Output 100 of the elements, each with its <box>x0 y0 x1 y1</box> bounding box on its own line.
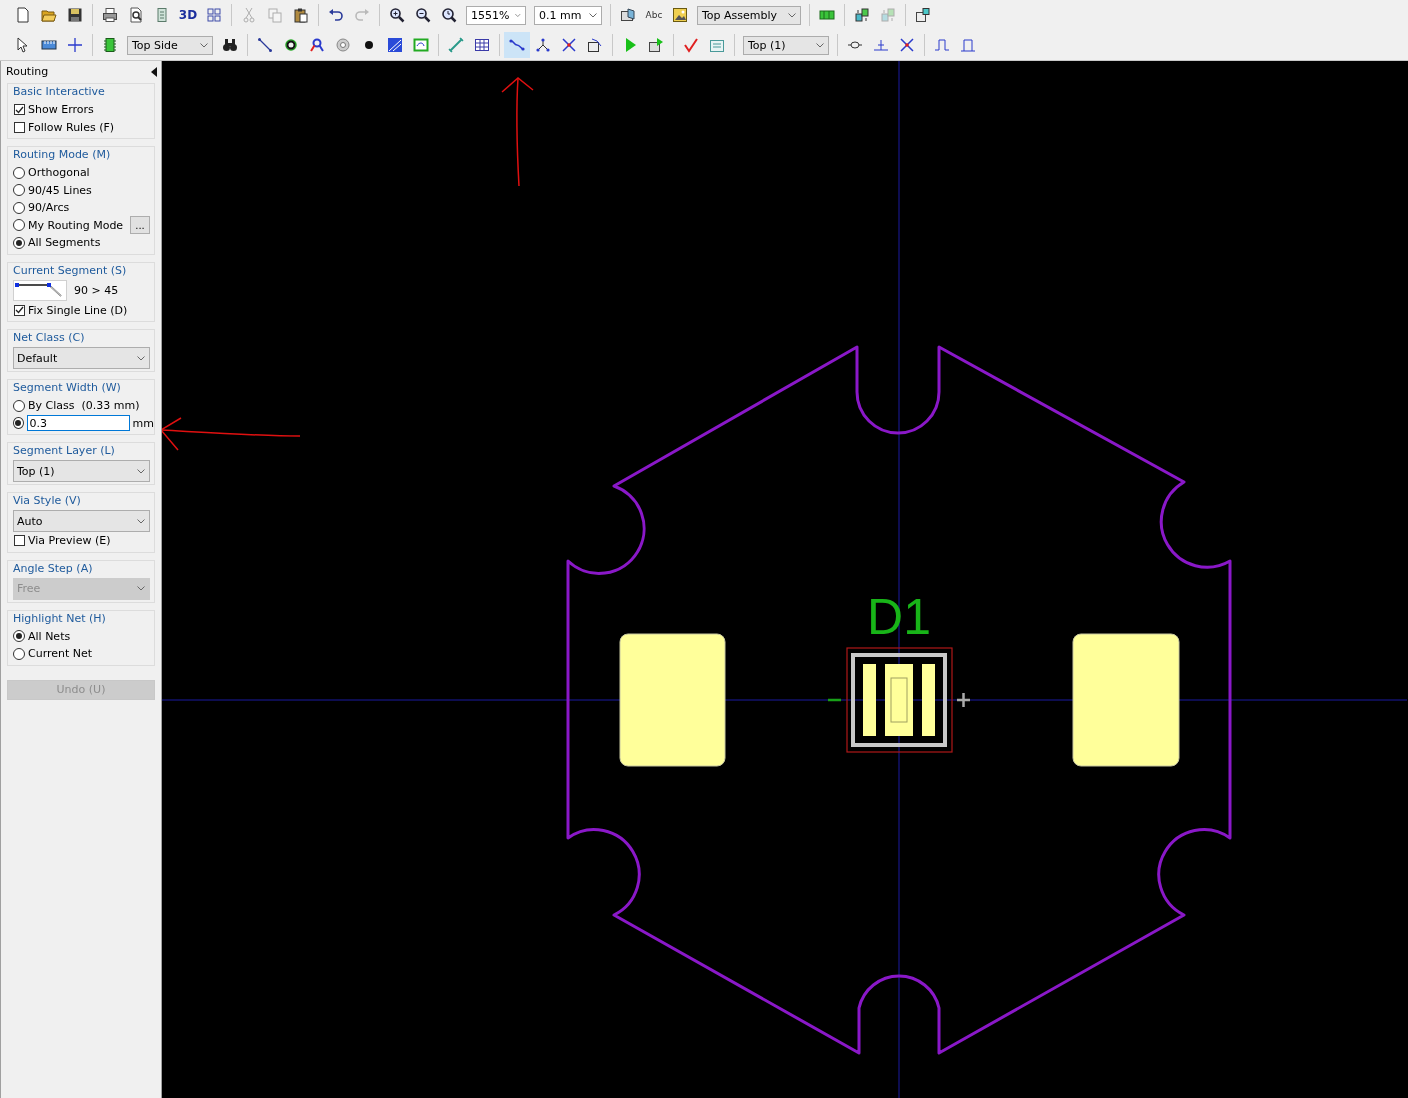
zoom-out-icon <box>415 7 431 23</box>
binoculars-icon <box>222 37 238 53</box>
segment-preview <box>13 280 67 301</box>
ring-icon <box>283 37 299 53</box>
section-title: Highlight Net (H) <box>13 610 107 627</box>
grid-icon <box>206 7 222 23</box>
minus-mark <box>828 698 841 702</box>
polygon-icon <box>387 37 403 53</box>
line-icon <box>257 37 273 53</box>
chevron-down-icon <box>816 42 824 48</box>
text-tool-button[interactable]: Abc <box>641 2 667 28</box>
ruler-icon <box>41 37 57 53</box>
dropdown[interactable]: Top (1) <box>13 460 150 482</box>
swap-icon <box>854 7 870 23</box>
move-icon <box>587 37 603 53</box>
section-title: Basic Interactive <box>13 84 106 100</box>
option-label: Orthogonal <box>28 166 90 180</box>
align-icon <box>873 37 889 53</box>
text-tool-button[interactable]: 3D <box>175 2 201 28</box>
undo-icon <box>328 7 344 23</box>
option-label: Via Preview (E) <box>28 534 111 548</box>
dropdown[interactable]: Top Assembly <box>697 5 801 25</box>
chevron-down-icon <box>137 468 145 474</box>
circle-icon <box>335 37 351 53</box>
dropdown[interactable]: Top (1) <box>743 35 829 55</box>
chevron-down-icon <box>515 12 521 18</box>
report-icon <box>709 37 725 53</box>
radio-button[interactable] <box>13 417 24 430</box>
section-title: Segment Width (W) <box>13 380 122 396</box>
section-title: Segment Layer (L) <box>13 443 116 459</box>
checkbox[interactable] <box>14 121 25 133</box>
designator-label: D1 <box>867 589 931 645</box>
option-label: Show Errors <box>28 103 94 117</box>
checkbox[interactable] <box>14 104 25 116</box>
cross-icon <box>561 37 577 53</box>
radio-button[interactable] <box>13 201 25 214</box>
chevron-down-icon <box>589 12 597 18</box>
printer-icon <box>102 7 118 23</box>
radio-button[interactable] <box>13 166 25 179</box>
redo-icon <box>354 7 370 23</box>
branch-icon <box>535 37 551 53</box>
option-label: All Nets <box>28 629 71 643</box>
option-label: Current Net <box>28 647 93 661</box>
checkbox[interactable] <box>14 304 25 316</box>
option-label: 90/Arcs <box>28 201 70 215</box>
save-icon <box>67 7 83 23</box>
swap-icon <box>880 7 896 23</box>
zoom-fit-icon <box>441 7 457 23</box>
dropdown[interactable]: Top Side <box>127 35 213 55</box>
option-label: Follow Rules (F) <box>28 120 115 134</box>
component-icon <box>819 7 835 23</box>
width-input[interactable]: 0.3 <box>26 415 130 432</box>
step-icon <box>960 37 976 53</box>
dropdown[interactable]: Auto <box>13 510 150 532</box>
option-label: All Segments <box>28 236 101 250</box>
cross-icon <box>899 37 915 53</box>
export-icon <box>648 37 664 53</box>
angle-reading: 90 > 45 <box>74 284 119 297</box>
scissors-icon <box>241 7 257 23</box>
route-button[interactable] <box>504 32 530 58</box>
chevron-down-icon <box>137 586 145 591</box>
zoom-in-icon <box>389 7 405 23</box>
route-icon <box>509 37 525 53</box>
shape-icon <box>413 37 429 53</box>
radio-button[interactable] <box>13 399 25 412</box>
option-label: 90/45 Lines <box>28 183 92 197</box>
chip-icon <box>102 37 118 53</box>
dropdown[interactable]: 1551% <box>466 5 526 25</box>
checkmark-icon <box>683 37 699 53</box>
dropdown[interactable]: 0.1 mm <box>534 5 602 25</box>
diagonal-line-icon <box>448 37 464 53</box>
panel-title: Routing <box>6 65 49 78</box>
plus-icon <box>67 37 83 53</box>
image-icon <box>672 7 688 23</box>
radio-button[interactable] <box>13 236 25 249</box>
chevron-down-icon <box>788 12 796 18</box>
pulse-icon <box>934 37 950 53</box>
print-preview-icon <box>128 7 144 23</box>
folder-icon <box>41 7 57 23</box>
section-title: Current Segment (S) <box>13 262 128 279</box>
section-title: Routing Mode (M) <box>13 147 112 163</box>
radio-button[interactable] <box>13 647 25 660</box>
section-title: Net Class (C) <box>13 330 86 346</box>
copy-icon <box>267 7 283 23</box>
document-icon <box>154 7 170 23</box>
new-file-icon <box>15 7 31 23</box>
radio-button[interactable] <box>13 184 25 197</box>
radio-button[interactable] <box>13 219 25 232</box>
chevron-down-icon <box>137 518 145 524</box>
chevron-down-icon <box>200 42 208 48</box>
checkbox[interactable] <box>14 535 25 547</box>
table-icon <box>474 37 490 53</box>
dropdown[interactable]: Default <box>13 347 150 369</box>
option-label: My Routing Mode <box>28 218 124 232</box>
collapse-icon[interactable] <box>151 66 157 77</box>
radio-button[interactable] <box>13 630 25 643</box>
chevron-down-icon <box>137 355 145 361</box>
more-button[interactable]: ... <box>130 216 150 235</box>
plus-mark <box>955 691 972 709</box>
option-label: Fix Single Line (D) <box>28 303 128 317</box>
